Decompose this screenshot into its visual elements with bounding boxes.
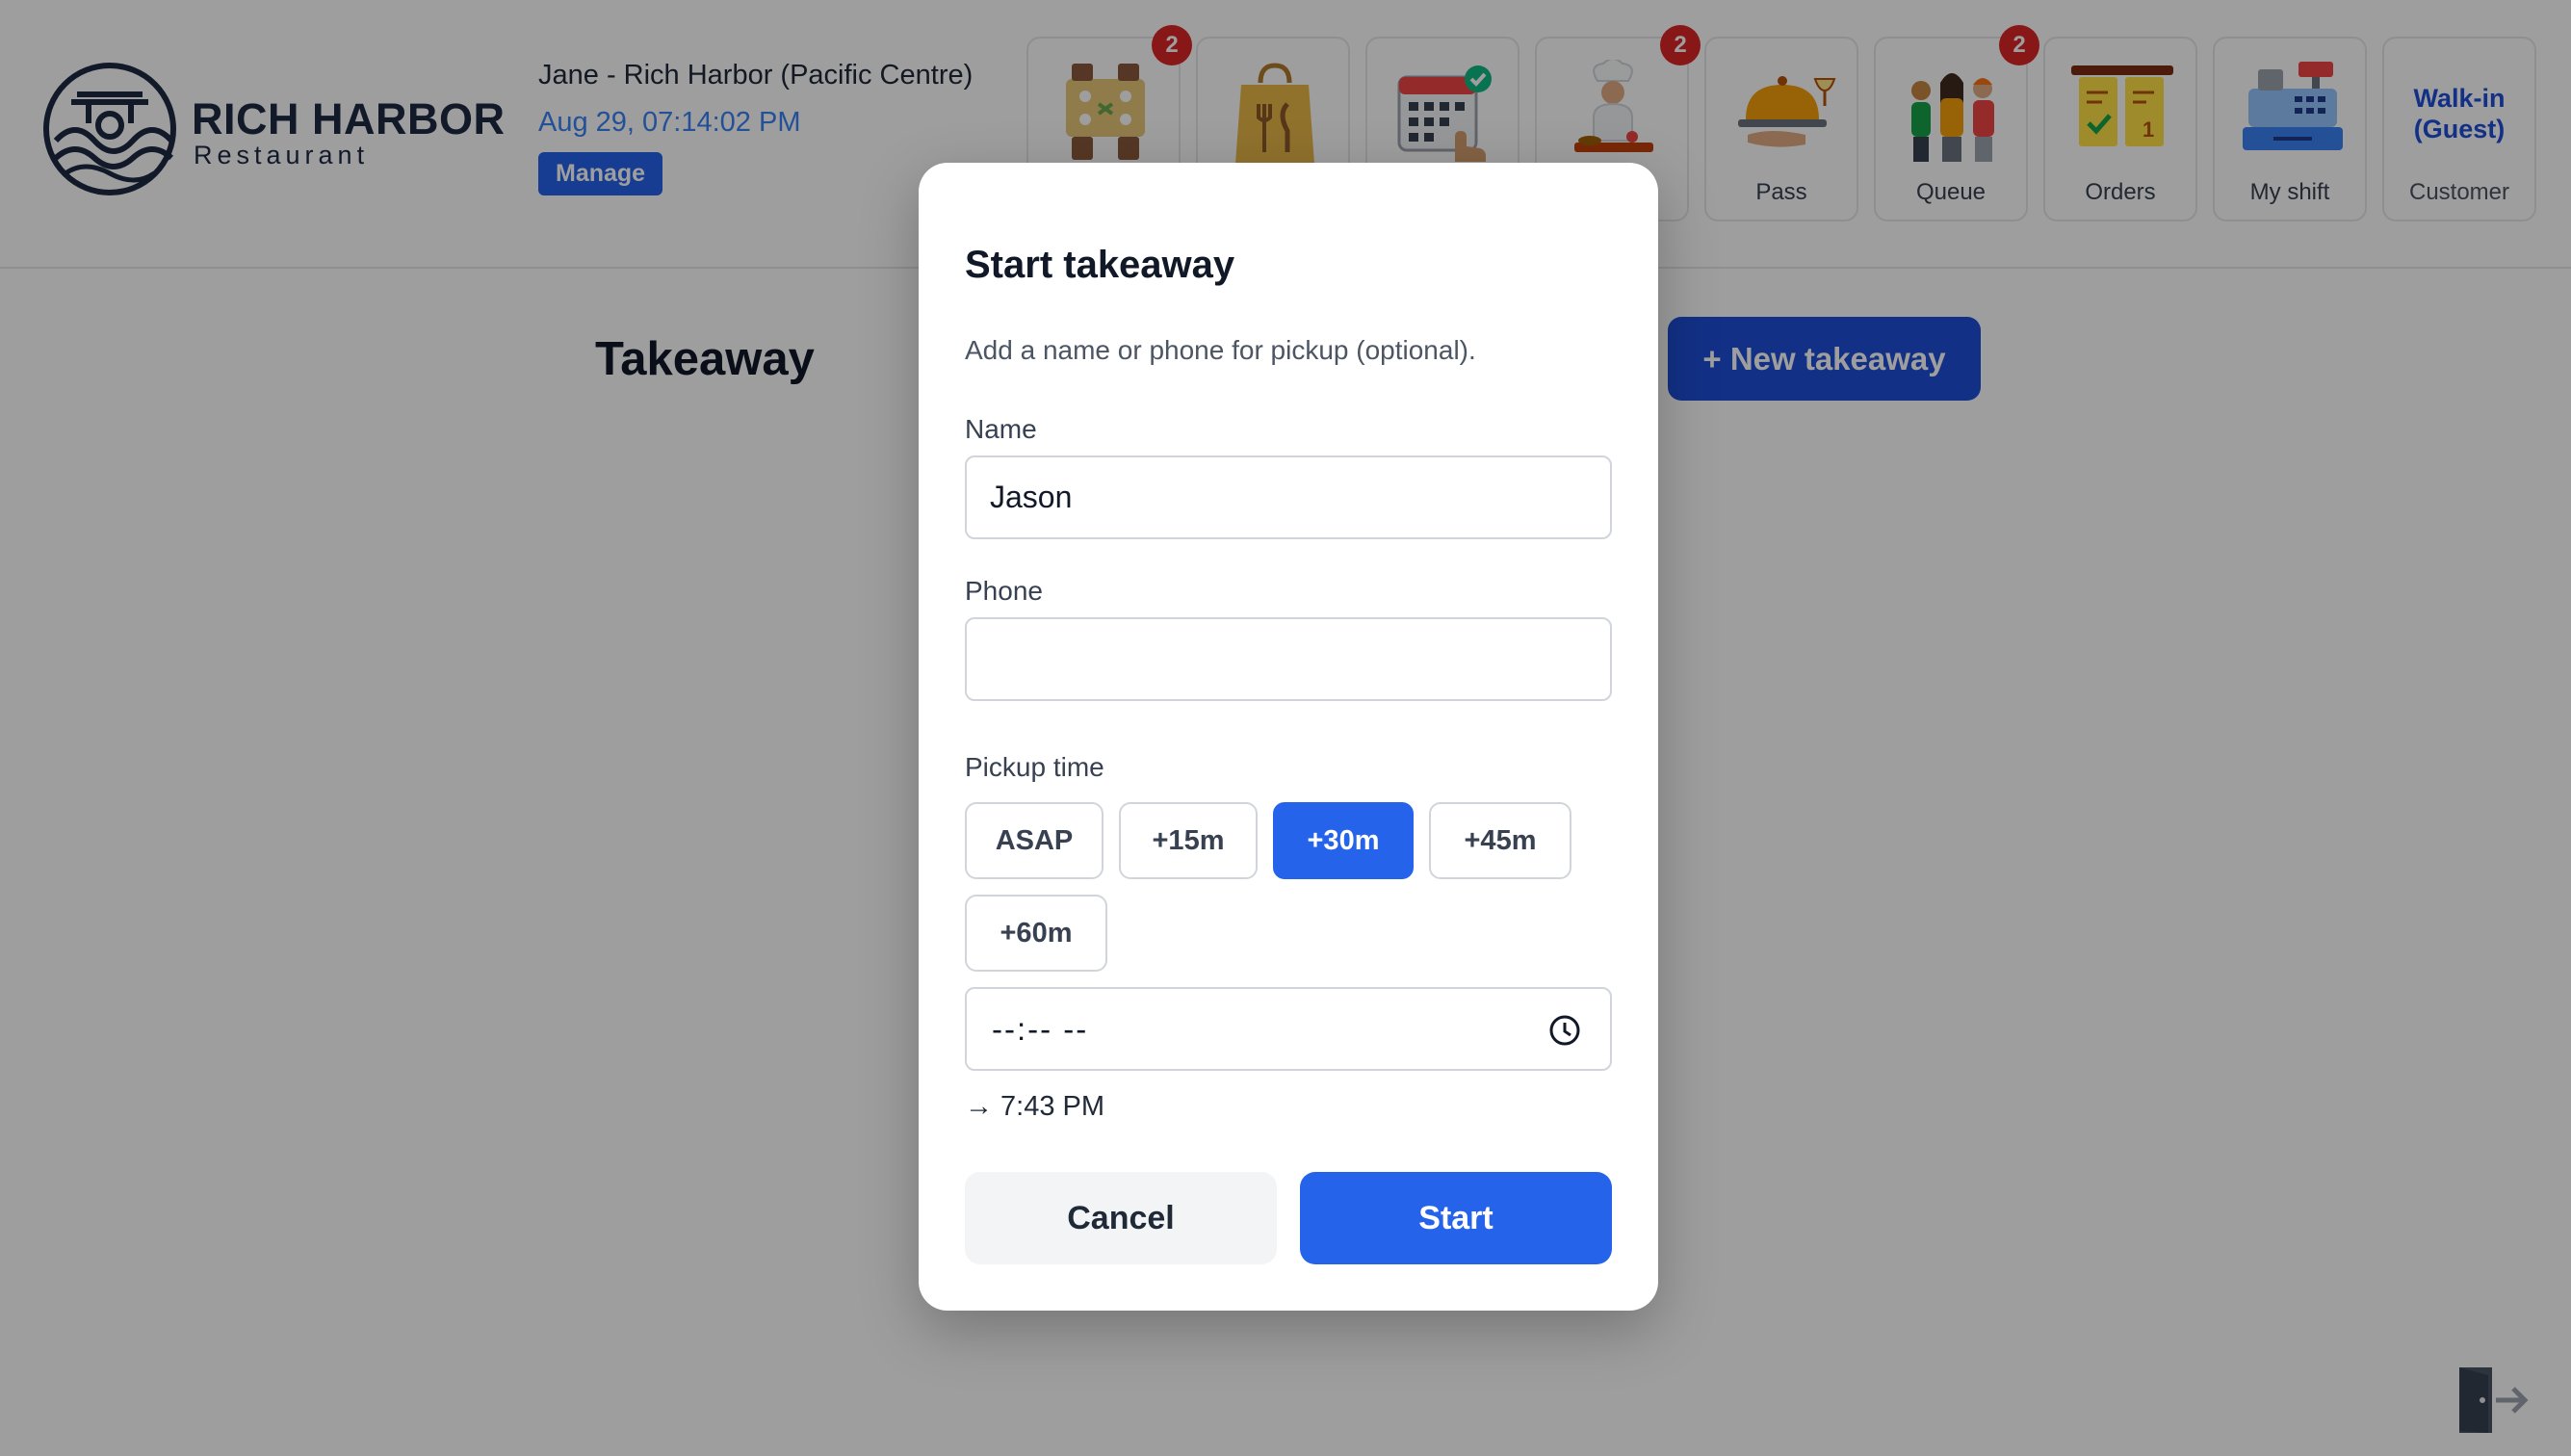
dialog-description: Add a name or phone for pickup (optional… — [965, 335, 1476, 365]
start-button[interactable]: Start — [1300, 1172, 1612, 1264]
name-field[interactable]: Jason — [965, 455, 1612, 539]
computed-pickup-time: → 7:43 PM — [965, 1091, 1105, 1122]
start-takeaway-dialog: Start takeaway Add a name or phone for p… — [919, 163, 1658, 1311]
phone-label: Phone — [965, 576, 1043, 606]
pickup-option-30m[interactable]: +30m — [1273, 802, 1414, 879]
clock-icon[interactable] — [1548, 1014, 1581, 1047]
pickup-option-60m[interactable]: +60m — [965, 895, 1107, 972]
name-label: Name — [965, 414, 1037, 444]
time-placeholder: --:-- -- — [992, 1011, 1089, 1047]
pickup-option-45m[interactable]: +45m — [1429, 802, 1571, 879]
dialog-title: Start takeaway — [965, 244, 1235, 286]
pickup-time-input[interactable]: --:-- -- — [965, 987, 1612, 1071]
pickup-time-label: Pickup time — [965, 752, 1104, 782]
pickup-option-15m[interactable]: +15m — [1119, 802, 1258, 879]
pickup-option-asap[interactable]: ASAP — [965, 802, 1104, 879]
cancel-button[interactable]: Cancel — [965, 1172, 1277, 1264]
phone-field[interactable] — [965, 617, 1612, 701]
